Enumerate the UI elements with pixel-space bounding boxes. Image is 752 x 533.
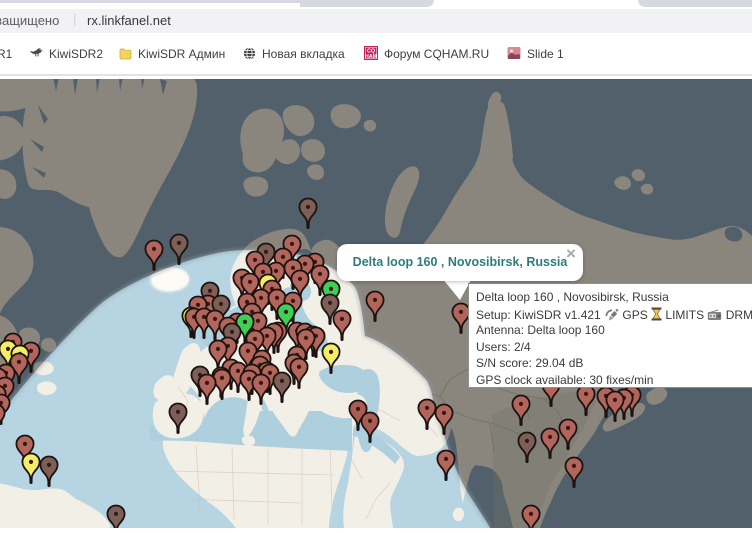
- svg-text:HAM: HAM: [365, 54, 378, 60]
